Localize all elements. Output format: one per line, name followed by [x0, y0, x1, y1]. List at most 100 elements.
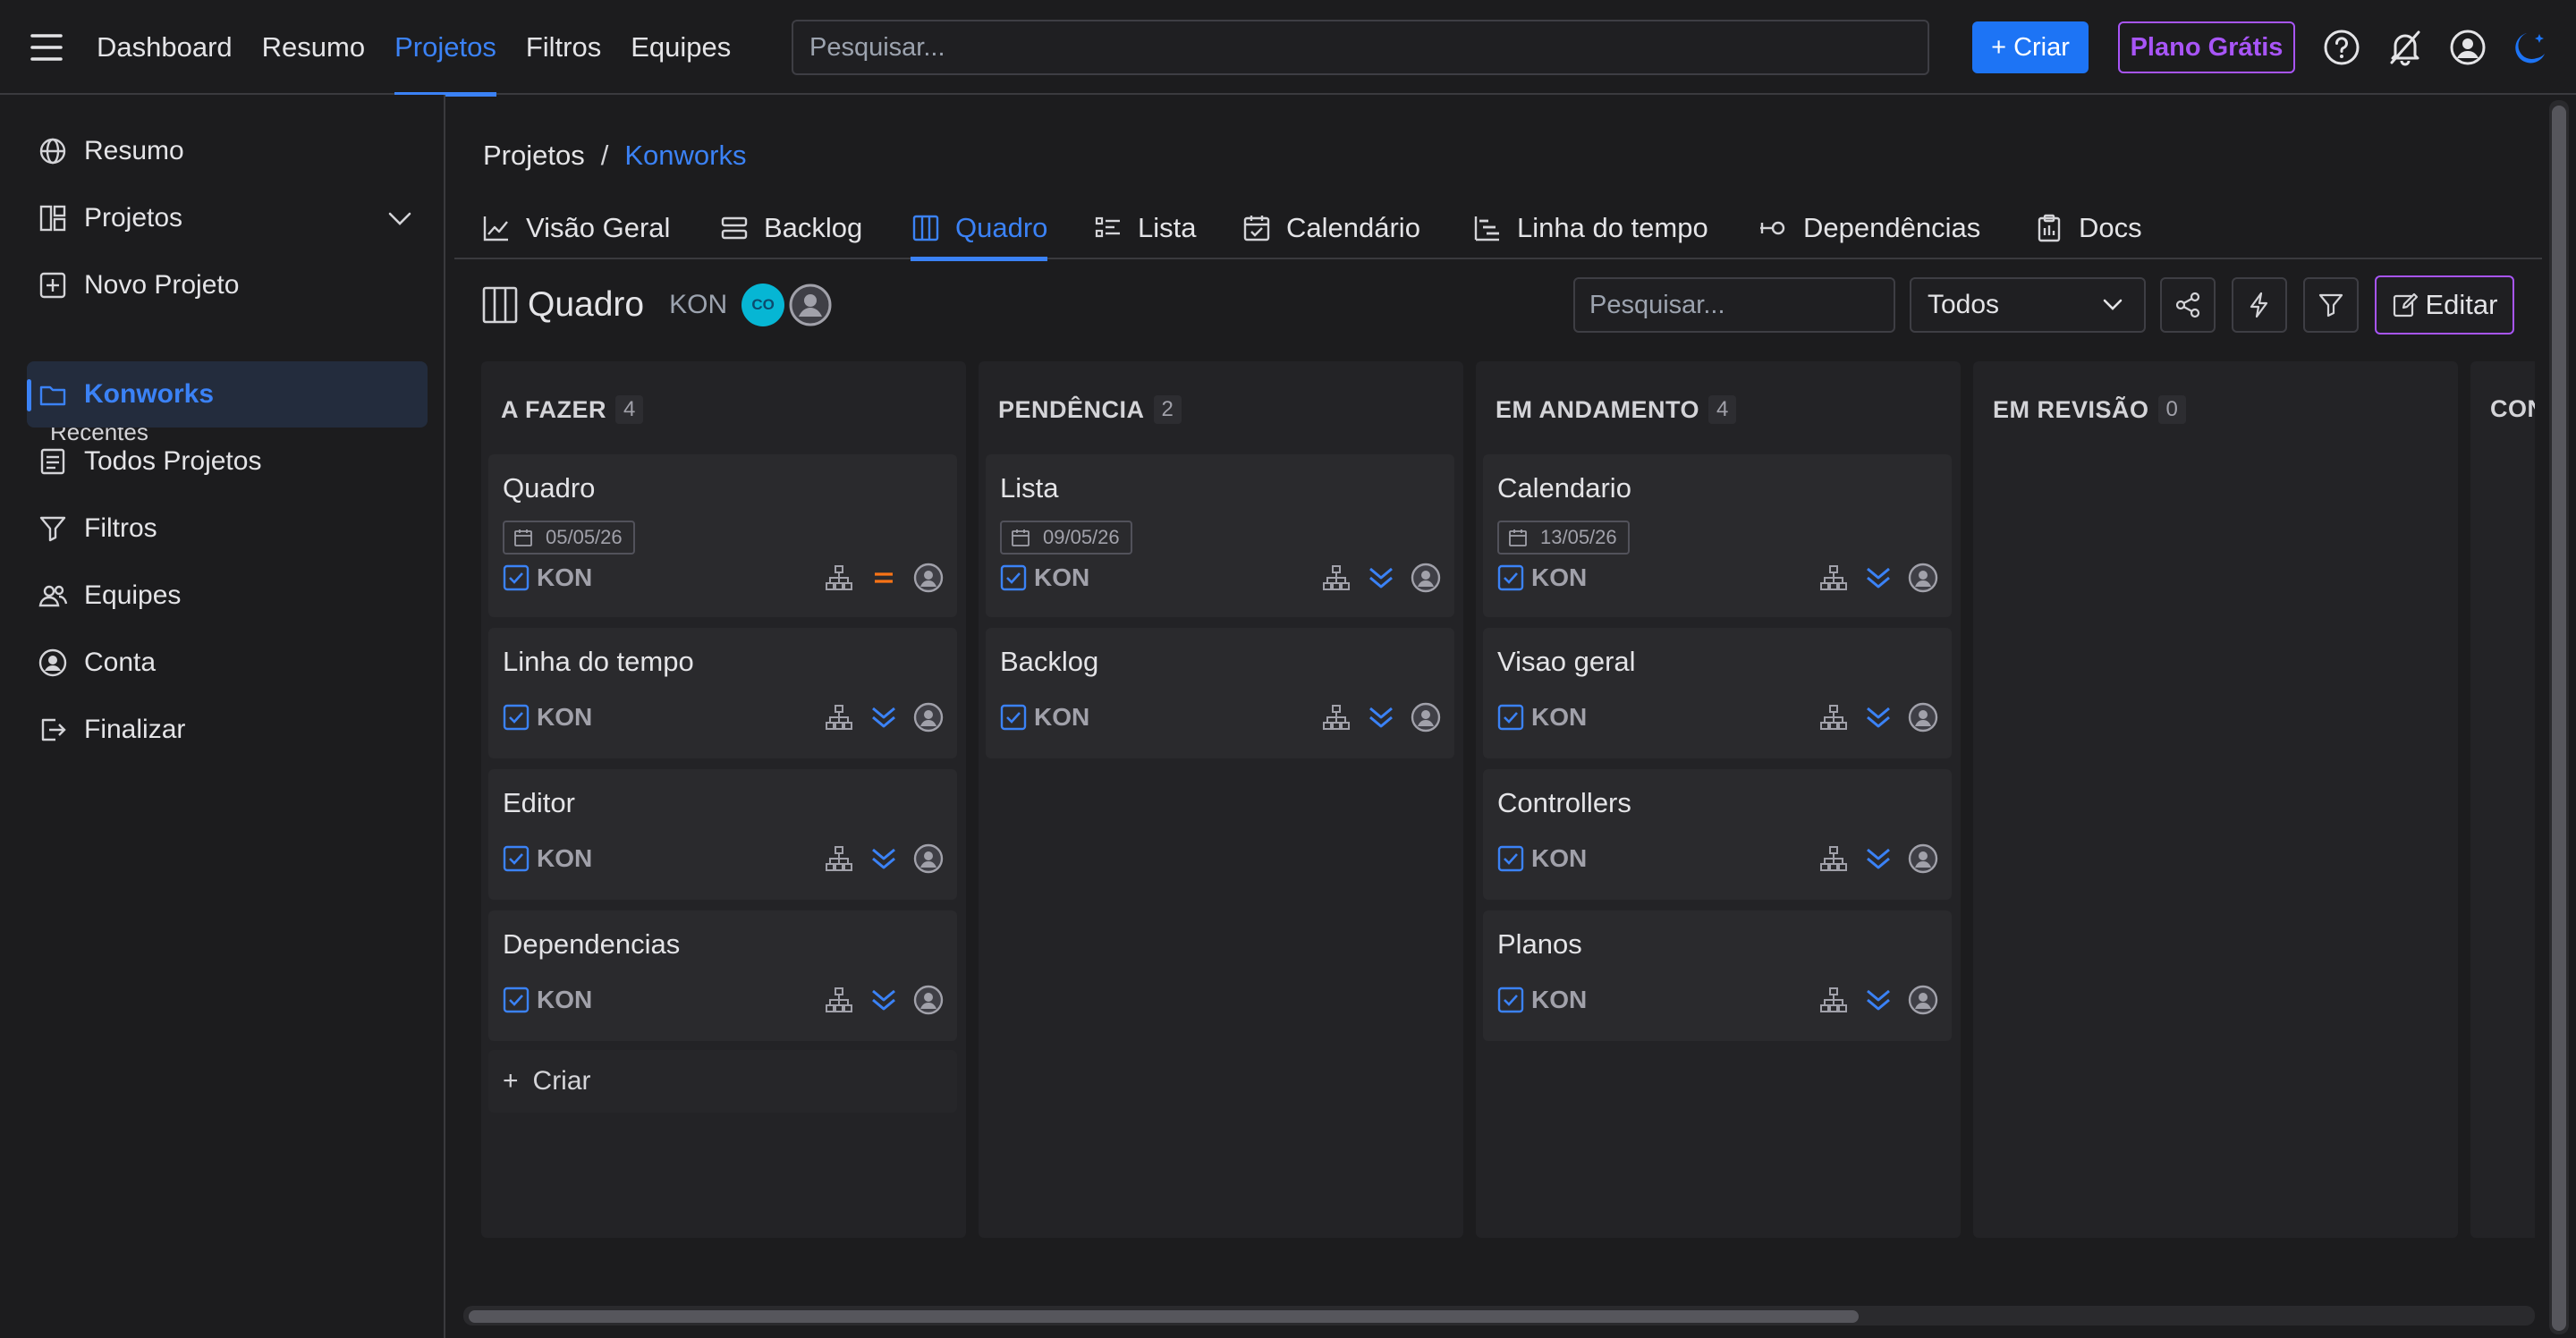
vertical-scrollbar-thumb[interactable]	[2552, 106, 2566, 1331]
assignee-avatar-icon[interactable]	[1907, 843, 1939, 875]
card-key: KON	[537, 986, 593, 1013]
hierarchy-icon[interactable]	[1818, 701, 1850, 733]
sidebar-item-resumo[interactable]: Resumo	[27, 118, 428, 184]
assignee-filter-select[interactable]: Todos	[1910, 277, 2146, 333]
card-key: KON	[537, 563, 593, 591]
topnav-dashboard[interactable]: Dashboard	[97, 0, 233, 95]
assignee-avatar-icon[interactable]	[1410, 701, 1442, 733]
topnav-filtros[interactable]: Filtros	[526, 0, 601, 95]
hierarchy-icon[interactable]	[1818, 984, 1850, 1016]
share-button[interactable]	[2160, 277, 2216, 333]
menu-icon[interactable]	[29, 30, 64, 64]
horizontal-scrollbar-thumb[interactable]	[469, 1310, 1859, 1323]
topnav-equipes[interactable]: Equipes	[631, 0, 731, 95]
sidebar-item-projetos[interactable]: Projetos	[27, 185, 428, 251]
tab-dependencias[interactable]: Dependências	[1758, 197, 1980, 259]
global-search-input[interactable]: Pesquisar...	[792, 20, 1929, 75]
card-icons	[1320, 701, 1442, 733]
assignee-avatar-icon[interactable]	[912, 701, 945, 733]
topnav-projetos[interactable]: Projetos	[394, 0, 496, 97]
hierarchy-icon[interactable]	[1818, 562, 1850, 594]
task-card[interactable]: Linha do tempo KON	[488, 628, 957, 758]
column-count: 4	[615, 395, 644, 424]
card-meta: KON	[1000, 703, 1089, 732]
sidebar-item-label: Filtros	[84, 513, 157, 543]
tab-docs[interactable]: Docs	[2034, 197, 2142, 259]
due-date-badge: 09/05/26	[1000, 521, 1132, 555]
theme-moon-icon[interactable]	[2512, 29, 2549, 66]
edit-button[interactable]: Editar	[2375, 275, 2514, 334]
chevron-down-icon	[2103, 299, 2123, 310]
tab-label: Linha do tempo	[1517, 212, 1708, 243]
task-card[interactable]: Backlog KON	[986, 628, 1454, 758]
filter-button[interactable]	[2303, 277, 2359, 333]
breadcrumb-current[interactable]: Konworks	[624, 140, 746, 172]
card-icons	[1818, 701, 1939, 733]
hierarchy-icon[interactable]	[1818, 843, 1850, 875]
column-header: PENDÊNCIA 2	[998, 395, 1182, 424]
task-card[interactable]: Controllers KON	[1483, 769, 1952, 900]
tab-lista[interactable]: Lista	[1093, 197, 1196, 259]
task-card[interactable]: Planos KON	[1483, 910, 1952, 1041]
sidebar-item-konworks[interactable]: Konworks	[27, 361, 428, 428]
free-plan-button[interactable]: Plano Grátis	[2118, 21, 2295, 73]
sidebar-item-equipes[interactable]: Equipes	[27, 563, 428, 629]
tab-label: Docs	[2079, 212, 2142, 243]
priority-low-icon	[1867, 989, 1890, 1011]
tab-label: Backlog	[764, 212, 863, 243]
hierarchy-icon[interactable]	[823, 984, 855, 1016]
sidebar-item-todos-projetos[interactable]: Todos Projetos	[27, 428, 428, 495]
assignee-avatar-icon[interactable]	[1907, 984, 1939, 1016]
sidebar-item-filtros[interactable]: Filtros	[27, 495, 428, 562]
list-icon	[1095, 216, 1120, 238]
folder-icon	[39, 385, 66, 406]
task-card[interactable]: Quadro 05/05/26 KON	[488, 454, 957, 617]
notifications-off-icon[interactable]	[2386, 29, 2424, 66]
assignee-avatar-icon[interactable]	[1410, 562, 1442, 594]
due-date: 09/05/26	[1043, 526, 1120, 548]
assignee-avatar-icon[interactable]	[1907, 562, 1939, 594]
sidebar-item-label: Todos Projetos	[84, 446, 262, 476]
assignee-avatar-icon[interactable]	[912, 562, 945, 594]
hierarchy-icon[interactable]	[1320, 562, 1352, 594]
assignee-avatar-icon[interactable]	[1907, 701, 1939, 733]
breadcrumb-root[interactable]: Projetos	[483, 140, 585, 172]
sidebar-item-conta[interactable]: Conta	[27, 630, 428, 696]
board-search-input[interactable]: Pesquisar...	[1573, 277, 1895, 333]
create-task-button[interactable]: + Criar	[488, 1050, 957, 1113]
task-card[interactable]: Dependencias KON	[488, 910, 957, 1041]
task-card[interactable]: Calendario 13/05/26 KON	[1483, 454, 1952, 617]
hierarchy-icon[interactable]	[823, 562, 855, 594]
hierarchy-icon[interactable]	[823, 843, 855, 875]
card-icons	[1818, 562, 1939, 594]
card-key: KON	[1531, 563, 1588, 591]
account-icon[interactable]	[2449, 29, 2487, 66]
tab-calendario[interactable]: Calendário	[1241, 197, 1420, 259]
hierarchy-icon[interactable]	[823, 701, 855, 733]
sidebar-item-label: Resumo	[84, 136, 184, 165]
topnav-resumo[interactable]: Resumo	[262, 0, 365, 95]
sidebar-item-finalizar[interactable]: Finalizar	[27, 697, 428, 763]
task-card[interactable]: Editor KON	[488, 769, 957, 900]
hierarchy-icon[interactable]	[1320, 701, 1352, 733]
assignee-avatar-icon[interactable]	[912, 843, 945, 875]
avatar[interactable]: CO	[741, 284, 785, 326]
filter-icon	[2318, 293, 2343, 318]
tab-label: Lista	[1138, 212, 1197, 243]
help-icon[interactable]	[2323, 29, 2360, 66]
tab-quadro[interactable]: Quadro	[911, 197, 1048, 261]
due-date: 05/05/26	[546, 526, 623, 548]
user-avatar-icon[interactable]	[788, 283, 833, 327]
globe-icon	[39, 138, 66, 165]
tab-backlog[interactable]: Backlog	[719, 197, 862, 259]
card-title: Lista	[1000, 472, 1059, 504]
chevron-down-icon[interactable]	[385, 203, 415, 233]
tab-linha-do-tempo[interactable]: Linha do tempo	[1472, 197, 1708, 259]
create-button[interactable]: + Criar	[1972, 21, 2089, 73]
assignee-avatar-icon[interactable]	[912, 984, 945, 1016]
task-card[interactable]: Lista 09/05/26 KON	[986, 454, 1454, 617]
tab-visao-geral[interactable]: Visão Geral	[481, 197, 670, 259]
automation-button[interactable]	[2232, 277, 2287, 333]
task-card[interactable]: Visao geral KON	[1483, 628, 1952, 758]
sidebar-item-novo-projeto[interactable]: Novo Projeto	[27, 252, 428, 318]
